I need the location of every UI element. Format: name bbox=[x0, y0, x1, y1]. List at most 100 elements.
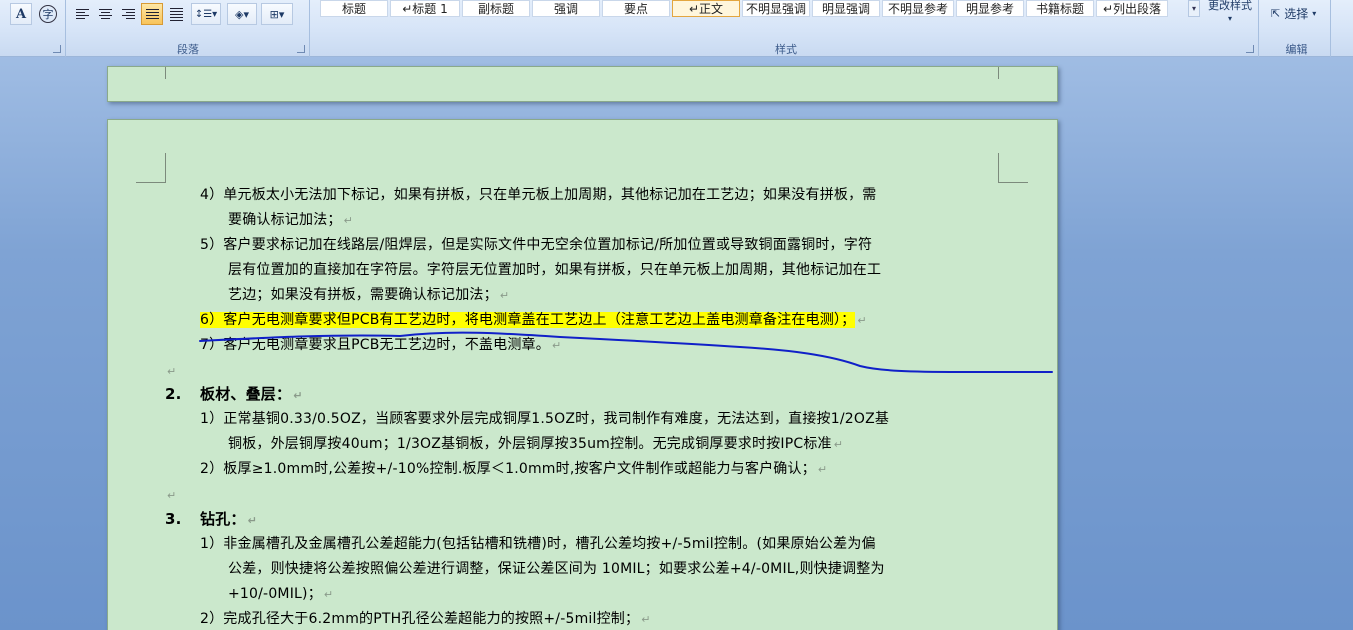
style-normal[interactable]: ↵正文 bbox=[672, 0, 740, 17]
enclosed-char-icon: 字 bbox=[39, 5, 57, 23]
enclosed-char-button[interactable]: 字 bbox=[36, 3, 60, 25]
line-text: 板材、叠层： bbox=[200, 385, 292, 403]
align-left-icon bbox=[75, 9, 89, 19]
paragraph-mark-icon: ↵ bbox=[323, 588, 334, 601]
style-subtle-reference[interactable]: 不明显参考 bbox=[882, 0, 954, 17]
document-line: 5）客户要求标记加在线路层/阻焊层，但是实际文件中无空余位置加标记/所加位置或导… bbox=[200, 235, 872, 255]
line-text: 层有位置加的直接加在字符层。字符层无位置加时，如果有拼板，只在单元板上加周期，其… bbox=[228, 262, 882, 278]
style-subtitle[interactable]: 副标题 bbox=[462, 0, 530, 17]
style-emphasis[interactable]: 强调 bbox=[532, 0, 600, 17]
editing-group-label: 编辑 bbox=[1285, 43, 1308, 56]
quick-styles-gallery: 标题 ↵标题 1 副标题 强调 要点 ↵正文 不明显强调 明显强调 不明显参考 … bbox=[320, 0, 1200, 17]
line-text: 7）客户无电测章要求且PCB无工艺边时，不盖电测章。 bbox=[200, 337, 550, 353]
style-intense-emphasis[interactable]: 明显强调 bbox=[812, 0, 880, 17]
paragraph-mark-icon: ↵ bbox=[167, 489, 177, 502]
char-border-button[interactable]: A bbox=[10, 3, 32, 25]
margin-corner-top-left bbox=[136, 153, 166, 183]
document-line: 7）客户无电测章要求且PCB无工艺边时，不盖电测章。 ↵ bbox=[200, 335, 561, 356]
line-text: 1）正常基铜0.33/0.5OZ，当顾客要求外层完成铜厚1.5OZ时，我司制作有… bbox=[200, 411, 890, 427]
line-text: 2）完成孔径大于6.2mm的PTH孔径公差超能力的按照+/-5mil控制； bbox=[200, 611, 640, 627]
document-line: 2）完成孔径大于6.2mm的PTH孔径公差超能力的按照+/-5mil控制； ↵ bbox=[200, 609, 651, 630]
styles-more-button[interactable]: ▾ bbox=[1188, 0, 1200, 17]
font-group-partial: A 字 bbox=[0, 0, 66, 57]
document-line: 4）单元板太小无法加下标记，如果有拼板，只在单元板上加周期，其他标记加在工艺边；… bbox=[200, 185, 877, 205]
align-center-button[interactable] bbox=[94, 3, 116, 25]
line-text: 艺边；如果没有拼板，需要确认标记加法； bbox=[228, 287, 498, 303]
distributed-button[interactable] bbox=[165, 3, 187, 25]
section-heading: 板材、叠层： ↵ bbox=[200, 384, 303, 406]
margin-marker-left bbox=[165, 67, 166, 79]
line-text: 5）客户要求标记加在线路层/阻焊层，但是实际文件中无空余位置加标记/所加位置或导… bbox=[200, 237, 873, 253]
section-heading: 2. bbox=[165, 384, 182, 404]
margin-corner-top-right bbox=[998, 153, 1028, 183]
char-border-icon: A bbox=[15, 6, 27, 22]
line-text: 要确认标记加法； bbox=[228, 212, 342, 228]
chevron-down-icon: ▾ bbox=[1312, 8, 1317, 18]
justify-icon bbox=[145, 9, 159, 19]
cursor-arrow-icon: ⇱ bbox=[1271, 6, 1281, 20]
previous-page-bottom bbox=[107, 66, 1058, 102]
paragraph-mark-icon: ↵ bbox=[499, 289, 510, 302]
align-left-button[interactable] bbox=[71, 3, 93, 25]
line-text: +10/-0MIL)； bbox=[228, 586, 322, 602]
document-line: 层有位置加的直接加在字符层。字符层无位置加时，如果有拼板，只在单元板上加周期，其… bbox=[228, 260, 881, 280]
style-title[interactable]: 标题 bbox=[320, 0, 388, 17]
line-text: 4）单元板太小无法加下标记，如果有拼板，只在单元板上加周期，其他标记加在工艺边；… bbox=[200, 187, 877, 203]
shading-button[interactable]: ◈▾ bbox=[227, 3, 257, 25]
line-text: 3. bbox=[165, 510, 182, 528]
paragraph-mark-icon: ↵ bbox=[833, 438, 844, 451]
paragraph-group: ↕☰▾ ◈▾ ⊞▾ 段落 bbox=[67, 0, 310, 57]
section-heading: 钻孔： ↵ bbox=[200, 509, 257, 531]
paragraph-dialog-launcher[interactable] bbox=[297, 45, 305, 53]
style-subtle-emphasis[interactable]: 不明显强调 bbox=[742, 0, 810, 17]
document-line: 2）板厚≥1.0mm时,公差按+/-10%控制.板厚＜1.0mm时,按客户文件制… bbox=[200, 459, 827, 480]
align-right-button[interactable] bbox=[117, 3, 139, 25]
line-text: 公差，则快捷将公差按照偏公差进行调整，保证公差区间为 10MIL；如要求公差+4… bbox=[228, 561, 885, 577]
document-line: 公差，则快捷将公差按照偏公差进行调整，保证公差区间为 10MIL；如要求公差+4… bbox=[228, 559, 885, 579]
line-text: 钻孔： bbox=[200, 510, 246, 528]
style-strong[interactable]: 要点 bbox=[602, 0, 670, 17]
paint-bucket-icon: ◈▾ bbox=[235, 7, 249, 21]
paragraph-mark-icon: ↵ bbox=[817, 463, 828, 476]
line-spacing-button[interactable]: ↕☰▾ bbox=[191, 3, 221, 25]
paragraph-mark-icon: ↵ bbox=[641, 613, 651, 626]
section-heading: 3. bbox=[165, 509, 182, 529]
chevron-down-icon: ▾ bbox=[1227, 14, 1232, 23]
document-line: +10/-0MIL)； ↵ bbox=[228, 584, 333, 605]
empty-paragraph: ↵ bbox=[165, 485, 176, 506]
ribbon: A 字 ↕☰▾ ◈▾ ⊞▾ 段落 样式 标题 ↵标题 1 副标题 强调 要点 ↵… bbox=[0, 0, 1353, 57]
font-dialog-launcher[interactable] bbox=[53, 45, 61, 53]
style-intense-reference[interactable]: 明显参考 bbox=[956, 0, 1024, 17]
line-text: 6）客户无电测章要求但PCB有工艺边时，将电测章盖在工艺边上（注意工艺边上盖电测… bbox=[200, 312, 856, 328]
align-right-icon bbox=[121, 9, 135, 19]
paragraph-mark-icon: ↵ bbox=[857, 314, 867, 327]
borders-button[interactable]: ⊞▾ bbox=[261, 3, 293, 25]
editing-group: ⇱ 选择 ▾ 编辑 bbox=[1263, 0, 1331, 57]
empty-paragraph: ↵ bbox=[165, 361, 176, 382]
borders-icon: ⊞▾ bbox=[269, 7, 285, 21]
paragraph-mark-icon: ↵ bbox=[293, 389, 303, 402]
paragraph-mark-icon: ↵ bbox=[247, 514, 258, 527]
document-line: 6）客户无电测章要求但PCB有工艺边时，将电测章盖在工艺边上（注意工艺边上盖电测… bbox=[200, 310, 867, 331]
line-text: 铜板，外层铜厚按40um；1/3OZ基铜板，外层铜厚按35um控制。无完成铜厚要… bbox=[228, 436, 832, 452]
line-spacing-icon: ↕☰▾ bbox=[194, 8, 218, 20]
styles-dialog-launcher[interactable] bbox=[1246, 45, 1254, 53]
style-book-title[interactable]: 书籍标题 bbox=[1026, 0, 1094, 17]
justify-button[interactable] bbox=[141, 3, 163, 25]
styles-group-label: 样式 bbox=[775, 43, 797, 56]
document-line: 要确认标记加法； ↵ bbox=[228, 210, 353, 231]
select-button[interactable]: ⇱ 选择 ▾ bbox=[1271, 4, 1316, 22]
paragraph-mark-icon: ↵ bbox=[551, 339, 562, 352]
line-text: 1）非金属槽孔及金属槽孔公差超能力(包括钻槽和铣槽)时，槽孔公差均按+/-5mi… bbox=[200, 536, 876, 552]
style-list-paragraph[interactable]: ↵列出段落 bbox=[1096, 0, 1168, 17]
align-center-icon bbox=[98, 9, 112, 19]
style-heading-1[interactable]: ↵标题 1 bbox=[390, 0, 460, 17]
document-line: 艺边；如果没有拼板，需要确认标记加法； ↵ bbox=[228, 285, 509, 306]
paragraph-group-label: 段落 bbox=[177, 43, 199, 56]
line-text: 2. bbox=[165, 385, 182, 403]
chevron-down-icon: ▾ bbox=[1191, 4, 1196, 13]
paragraph-mark-icon: ↵ bbox=[343, 214, 354, 227]
distributed-icon bbox=[169, 7, 183, 21]
line-text: 2）板厚≥1.0mm时,公差按+/-10%控制.板厚＜1.0mm时,按客户文件制… bbox=[200, 461, 816, 477]
change-styles-button[interactable]: 更改样式 ▾ bbox=[1203, 0, 1257, 26]
